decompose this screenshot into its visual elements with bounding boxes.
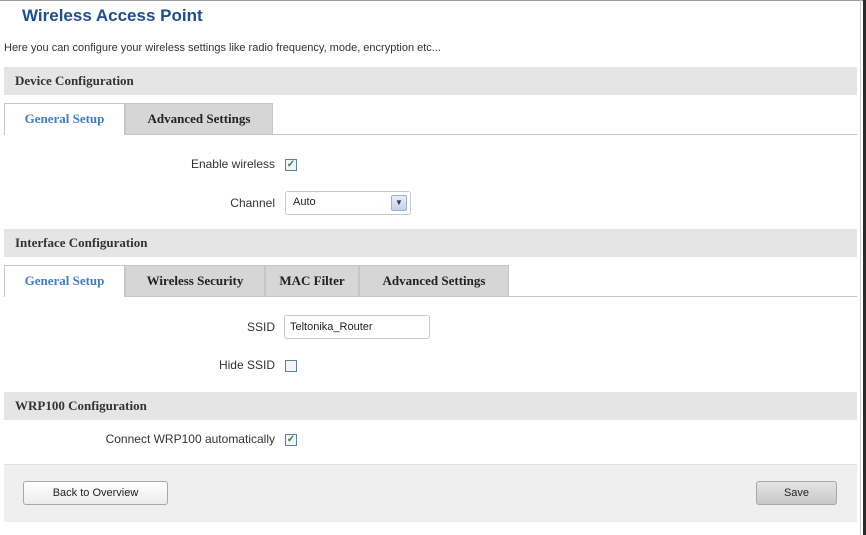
- enable-wireless-checkbox[interactable]: ✓: [285, 159, 297, 171]
- window-top-border: [0, 0, 866, 1]
- window-right-edge: [860, 0, 861, 535]
- channel-select-value: Auto: [293, 196, 316, 208]
- page-title: Wireless Access Point: [22, 6, 203, 25]
- connect-wrp100-checkbox[interactable]: ✓: [285, 434, 297, 446]
- check-icon: ✓: [286, 159, 296, 170]
- hide-ssid-checkbox[interactable]: [285, 360, 297, 372]
- back-to-overview-button[interactable]: Back to Overview: [23, 481, 168, 505]
- chevron-down-icon[interactable]: ▼: [391, 195, 407, 211]
- tab-device-advanced-settings[interactable]: Advanced Settings: [125, 103, 273, 134]
- wrp100-configuration-header: WRP100 Configuration: [4, 392, 857, 420]
- interface-configuration-header: Interface Configuration: [4, 229, 857, 257]
- tab-mac-filter[interactable]: MAC Filter: [265, 265, 359, 296]
- channel-label: Channel: [230, 196, 275, 210]
- save-button[interactable]: Save: [756, 481, 837, 505]
- channel-select[interactable]: Auto ▼: [285, 191, 411, 215]
- enable-wireless-label: Enable wireless: [190, 157, 275, 171]
- page-description: Here you can configure your wireless set…: [4, 42, 441, 54]
- tab-interface-advanced-settings[interactable]: Advanced Settings: [359, 265, 509, 296]
- hide-ssid-label: Hide SSID: [218, 358, 275, 372]
- form-footer: Back to Overview Save: [4, 464, 857, 522]
- tab-interface-general-setup[interactable]: General Setup: [4, 265, 125, 297]
- ssid-input[interactable]: [284, 315, 430, 339]
- tab-wireless-security[interactable]: Wireless Security: [125, 265, 265, 296]
- connect-wrp100-label: Connect WRP100 automatically: [105, 432, 275, 446]
- device-config-tabs: General Setup Advanced Settings: [4, 103, 857, 135]
- tab-device-general-setup[interactable]: General Setup: [4, 103, 125, 135]
- check-icon: ✓: [286, 434, 296, 445]
- ssid-label: SSID: [246, 320, 275, 334]
- interface-config-tabs: General Setup Wireless Security MAC Filt…: [4, 265, 857, 297]
- device-configuration-header: Device Configuration: [4, 67, 857, 95]
